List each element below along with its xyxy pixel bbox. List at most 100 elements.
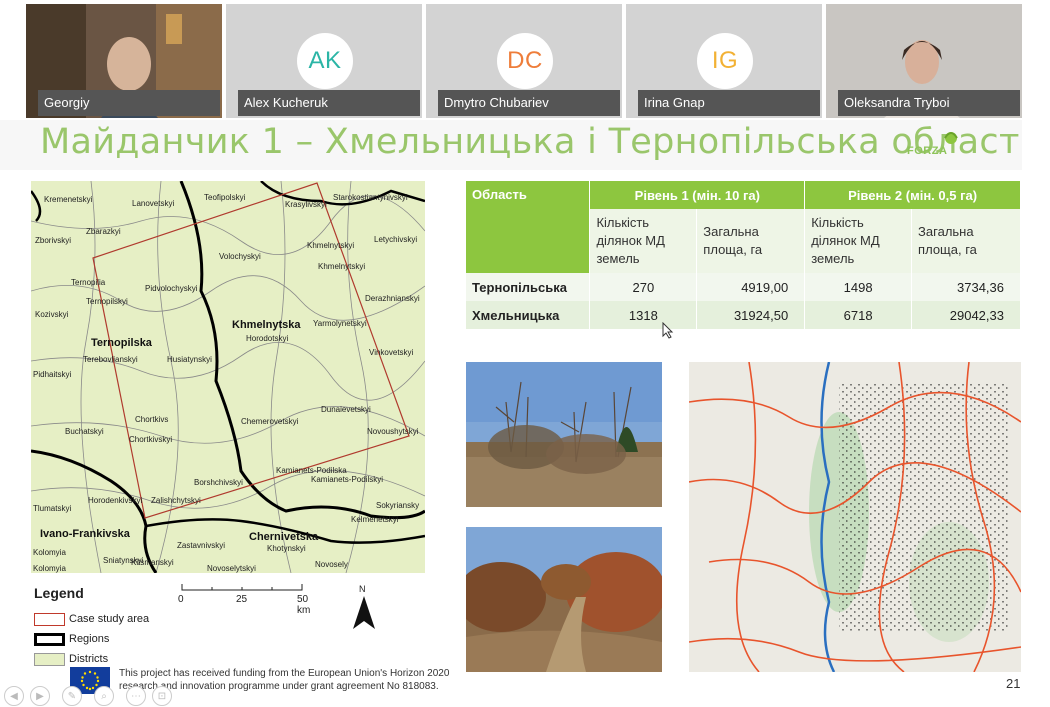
table-cell: 1498 — [804, 273, 913, 301]
table-cell: 29042,33 — [911, 301, 1021, 329]
table-cell: 3734,36 — [911, 273, 1021, 301]
map-district-label: Pidvolochyskyi — [145, 284, 198, 293]
map-district-label: Chortkivskyi — [129, 435, 173, 444]
regions-swatch — [34, 632, 65, 646]
map-district-label: Pidhaitskyi — [33, 370, 72, 379]
pen-tool-button[interactable]: ✎ — [62, 686, 82, 706]
map-district-label: Volochyskyi — [219, 252, 261, 261]
funding-disclaimer: This project has received funding from t… — [119, 668, 450, 692]
map-region-label: Khmelnytska — [232, 319, 301, 331]
field-photo-1 — [466, 362, 662, 507]
subheader-area: Загальна площа, га — [696, 209, 806, 273]
participant-tile-irina[interactable]: IG Irina Gnap — [626, 4, 822, 118]
legend-item: Regions — [34, 632, 109, 646]
legend-label: Case study area — [69, 613, 150, 625]
aerial-map-image — [689, 362, 1021, 672]
legend-label: Regions — [69, 633, 110, 645]
study-area-map: Kremenetskyi Lanovetskyi Teofipolskyi Kr… — [31, 181, 425, 573]
map-district-label: Letychivskyi — [374, 235, 418, 244]
scale-bar-line — [181, 584, 303, 591]
map-district-label: Kolomyia — [33, 548, 66, 557]
case-study-swatch — [34, 612, 65, 626]
plots-table: Область Рівень 1 (мін. 10 га) Рівень 2 (… — [466, 181, 1021, 329]
participant-name: Oleksandra Tryboi — [838, 90, 1020, 116]
map-district-label: Khmelnytskyi — [307, 241, 355, 250]
avatar: IG — [697, 33, 753, 89]
scale-label: 0 — [178, 594, 184, 605]
north-arrow-icon — [353, 596, 375, 629]
subheader-area: Загальна площа, га — [911, 209, 1021, 273]
zoom-button[interactable]: ⌕ — [94, 686, 114, 706]
row-name: Тернопільська — [466, 273, 591, 301]
participant-name: Georgiy — [38, 90, 220, 116]
map-district-label: Sokyriansky — [376, 501, 420, 510]
right-margin — [1022, 120, 1050, 707]
level2-header: Рівень 2 (мін. 0,5 га) — [804, 181, 1021, 209]
table-cell: 4919,00 — [696, 273, 806, 301]
map-region-label: Ivano-Frankivska — [40, 528, 130, 540]
map-district-label: Zastavnivskyi — [177, 541, 226, 550]
logo-text: FORZA — [907, 145, 948, 157]
map-district-label: Kelmenetskyi — [351, 515, 399, 524]
participant-tile-georgiy[interactable]: Georgiy — [26, 4, 222, 118]
map-district-label: Ternopilskyi — [86, 297, 128, 306]
level1-header: Рівень 1 (мін. 10 га) — [589, 181, 806, 209]
table-cell: 1318 — [589, 301, 698, 329]
map-district-label: Husiatynskyi — [167, 355, 212, 364]
participant-tile-alex[interactable]: AK Alex Kucheruk — [226, 4, 422, 118]
map-district-label: Kolomyia — [33, 564, 66, 573]
map-district-label: Kremenetskyi — [44, 195, 93, 204]
map-district-label: Ternopilia — [71, 278, 106, 287]
subheader-count: Кількість ділянок МД земель — [589, 209, 698, 273]
map-district-label: Vinkovetskyi — [369, 348, 414, 357]
participant-tile-dmytro[interactable]: DC Dmytro Chubariev — [426, 4, 622, 118]
participant-strip: Georgiy AK Alex Kucheruk DC Dmytro Chuba… — [0, 0, 1050, 120]
avatar: DC — [497, 33, 553, 89]
map-district-label: Buchatskyi — [65, 427, 104, 436]
table-cell: 270 — [589, 273, 698, 301]
prev-slide-button[interactable]: ◀ — [4, 686, 24, 706]
participant-tile-oleksandra[interactable]: Oleksandra Tryboi — [826, 4, 1022, 118]
districts-swatch — [34, 652, 65, 666]
map-district-label: Khmelnytskyi — [318, 262, 366, 271]
map-district-label: Chemerovetskyi — [241, 417, 299, 426]
next-slide-button[interactable]: ▶ — [30, 686, 50, 706]
map-district-label: Zbarazkyi — [86, 227, 121, 236]
participant-name: Irina Gnap — [638, 90, 820, 116]
more-options-button[interactable]: ⋯ — [126, 686, 146, 706]
map-district-label: Kamianets-Podilska — [276, 466, 347, 475]
map-district-label: Zborivskyi — [35, 236, 72, 245]
oblast-header: Область — [466, 181, 591, 273]
slide-page-number: 21 — [1006, 676, 1021, 691]
map-district-label: Novoushytskyi — [367, 427, 419, 436]
map-district-label: Yarmolynetskyi — [313, 319, 367, 328]
map-district-label: Novoselytskyi — [207, 564, 256, 573]
table-row: Тернопільська 270 4919,00 1498 3734,36 — [466, 273, 1021, 301]
legend-item: Case study area — [34, 612, 149, 626]
map-district-label: Krasylivskyi — [285, 200, 327, 209]
meeting-screen: Georgiy AK Alex Kucheruk DC Dmytro Chuba… — [0, 0, 1050, 707]
map-region-label: Ternopilska — [91, 337, 152, 349]
slide-title: Майданчик 1 – Хмельницька і Тернопільськ… — [40, 122, 1030, 162]
map-district-label: Kozivskyi — [35, 310, 69, 319]
map-district-label: Tlumatskyi — [33, 504, 72, 513]
north-label: N — [359, 584, 366, 594]
map-district-label: Horodenkivskyi — [88, 496, 143, 505]
subheader-count: Кількість ділянок МД земель — [804, 209, 913, 273]
field-photo-image — [466, 362, 662, 507]
map-district-label: Teofipolskyi — [204, 193, 246, 202]
map-district-label: Kitsmanskyi — [131, 558, 174, 567]
table-row: Хмельницька 1318 31924,50 6718 29042,33 — [466, 301, 1021, 329]
map-district-label: Starokostiantynivskyi — [333, 193, 408, 202]
field-photo-2 — [466, 527, 662, 672]
legend-label: Districts — [69, 653, 109, 665]
map-district-label: Chortkivs — [135, 415, 169, 424]
map-district-label: Zalishchytskyi — [151, 496, 201, 505]
map-region-label: Chernivetska — [249, 531, 319, 543]
legend-item: Districts — [34, 652, 108, 666]
view-options-button[interactable]: ⊡ — [152, 686, 172, 706]
participant-name: Dmytro Chubariev — [438, 90, 620, 116]
map-district-label: Novosely — [315, 560, 348, 569]
field-photo-image — [466, 527, 662, 672]
map-district-label: Lanovetskyi — [132, 199, 175, 208]
